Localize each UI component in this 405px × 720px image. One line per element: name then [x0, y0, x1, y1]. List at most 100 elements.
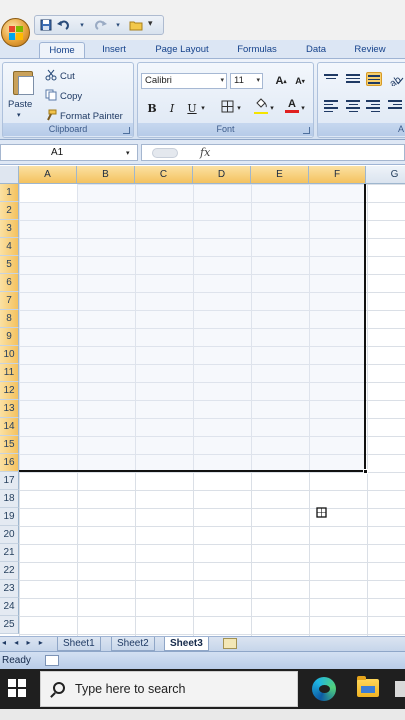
- font-size-select[interactable]: 11 ▾: [230, 73, 263, 89]
- sheet-tab-sheet2[interactable]: Sheet2: [111, 637, 155, 651]
- select-all-button[interactable]: [0, 166, 19, 184]
- italic-button[interactable]: I: [163, 100, 181, 116]
- column-header-d[interactable]: D: [193, 166, 251, 184]
- office-button[interactable]: [1, 18, 30, 47]
- align-right-icon[interactable]: [366, 98, 382, 112]
- paste-icon[interactable]: [9, 69, 37, 97]
- selected-range: [19, 184, 366, 472]
- office-logo-icon: [8, 25, 23, 40]
- open-folder-icon[interactable]: [129, 18, 143, 32]
- row-header-16[interactable]: 16: [0, 454, 19, 472]
- font-color-dropdown-icon[interactable]: ▾: [298, 100, 308, 116]
- column-header-c[interactable]: C: [135, 166, 193, 184]
- row-header-12[interactable]: 12: [0, 382, 19, 400]
- chevron-down-icon[interactable]: ▾: [126, 149, 130, 157]
- save-icon[interactable]: [39, 18, 53, 32]
- tab-formulas[interactable]: Formulas: [229, 42, 285, 58]
- column-header-g[interactable]: G: [366, 166, 405, 184]
- row-header-19[interactable]: 19: [0, 508, 19, 526]
- paste-button[interactable]: Paste: [8, 99, 32, 110]
- column-header-f[interactable]: F: [309, 166, 366, 184]
- tab-insert[interactable]: Insert: [94, 42, 134, 58]
- taskbar-search-box[interactable]: Type here to search: [40, 671, 298, 707]
- font-family-select[interactable]: Calibri ▾: [141, 73, 227, 89]
- row-header-24[interactable]: 24: [0, 598, 19, 616]
- macro-record-icon[interactable]: [45, 655, 59, 666]
- redo-icon[interactable]: [93, 18, 107, 32]
- tab-page-layout[interactable]: Page Layout: [148, 42, 216, 58]
- bold-button[interactable]: B: [143, 100, 161, 116]
- customize-qat-icon[interactable]: ▾: [148, 18, 153, 29]
- fill-handle[interactable]: [363, 469, 368, 474]
- font-launcher-icon[interactable]: [303, 127, 310, 134]
- row-header-2[interactable]: 2: [0, 202, 19, 220]
- orientation-icon[interactable]: ab: [388, 72, 404, 90]
- row-header-17[interactable]: 17: [0, 472, 19, 490]
- windows-taskbar: Type here to search: [0, 669, 405, 709]
- top-align-icon[interactable]: [324, 72, 340, 86]
- middle-align-icon[interactable]: [346, 72, 362, 86]
- taskbar-app-icon[interactable]: [395, 681, 405, 697]
- row-header-9[interactable]: 9: [0, 328, 19, 346]
- decrease-indent-icon[interactable]: [388, 98, 404, 112]
- worksheet-grid[interactable]: A B C D E F G 1 2 3 4 5 6 7 8 9 10 11 12 13 14 15 16 17 1…: [0, 166, 405, 636]
- insert-sheet-icon[interactable]: [223, 638, 237, 649]
- align-center-icon[interactable]: [346, 98, 362, 112]
- column-header-a[interactable]: A: [19, 166, 77, 184]
- cut-button[interactable]: Cut: [45, 69, 75, 84]
- tab-review[interactable]: Review: [347, 42, 393, 58]
- row-header-7[interactable]: 7: [0, 292, 19, 310]
- windows-start-icon[interactable]: [8, 679, 26, 697]
- grow-font-button[interactable]: A ▴: [272, 73, 290, 89]
- borders-dropdown-icon[interactable]: ▾: [234, 100, 244, 116]
- row-header-14[interactable]: 14: [0, 418, 19, 436]
- sheet-tab-bar: ◂ ◂ ▸ ▸ Sheet1 Sheet2 Sheet3: [0, 636, 405, 651]
- align-left-icon[interactable]: [324, 98, 340, 112]
- row-header-3[interactable]: 3: [0, 220, 19, 238]
- row-header-11[interactable]: 11: [0, 364, 19, 382]
- tab-home[interactable]: Home: [39, 42, 85, 58]
- row-header-10[interactable]: 10: [0, 346, 19, 364]
- row-header-23[interactable]: 23: [0, 580, 19, 598]
- font-size-value: 11: [234, 75, 244, 86]
- sheet-tab-sheet3[interactable]: Sheet3: [164, 637, 209, 651]
- row-header-15[interactable]: 15: [0, 436, 19, 454]
- bottom-align-icon[interactable]: [366, 72, 382, 86]
- row-header-5[interactable]: 5: [0, 256, 19, 274]
- row-header-18[interactable]: 18: [0, 490, 19, 508]
- row-header-4[interactable]: 4: [0, 238, 19, 256]
- edge-browser-icon[interactable]: [312, 677, 336, 701]
- row-header-25[interactable]: 25: [0, 616, 19, 634]
- sheet-tab-sheet1[interactable]: Sheet1: [57, 637, 101, 651]
- paste-dropdown-icon[interactable]: ▾: [17, 111, 21, 119]
- row-header-1[interactable]: 1: [0, 184, 19, 202]
- row-header-13[interactable]: 13: [0, 400, 19, 418]
- column-header-e[interactable]: E: [251, 166, 309, 184]
- format-painter-button[interactable]: Format Painter: [45, 109, 123, 124]
- sheet-nav-buttons[interactable]: ◂ ◂ ▸ ▸: [2, 638, 46, 647]
- file-explorer-icon[interactable]: [357, 676, 379, 697]
- name-box[interactable]: A1: [0, 144, 138, 161]
- clipboard-launcher-icon[interactable]: [123, 127, 130, 134]
- redo-dropdown-icon[interactable]: ▾: [111, 18, 125, 32]
- row-header-6[interactable]: 6: [0, 274, 19, 292]
- shrink-font-button[interactable]: A ▾: [291, 73, 309, 89]
- fill-dropdown-icon[interactable]: ▾: [267, 100, 277, 116]
- font-color-icon: A: [288, 98, 296, 110]
- column-header-b[interactable]: B: [77, 166, 135, 184]
- copy-button[interactable]: Copy: [45, 89, 82, 104]
- name-box-value: A1: [51, 147, 64, 158]
- row-header-22[interactable]: 22: [0, 562, 19, 580]
- status-bar: Ready: [0, 651, 405, 669]
- underline-dropdown-icon[interactable]: ▾: [198, 100, 208, 116]
- italic-icon: I: [169, 101, 175, 115]
- active-cell[interactable]: [20, 184, 77, 202]
- undo-icon[interactable]: [57, 18, 71, 32]
- row-header-20[interactable]: 20: [0, 526, 19, 544]
- ribbon-tabs: Home Insert Page Layout Formulas Data Re…: [0, 40, 405, 58]
- tab-data[interactable]: Data: [299, 42, 333, 58]
- row-header-21[interactable]: 21: [0, 544, 19, 562]
- undo-dropdown-icon[interactable]: ▾: [75, 18, 89, 32]
- insert-function-button[interactable]: fx: [200, 146, 210, 159]
- row-header-8[interactable]: 8: [0, 310, 19, 328]
